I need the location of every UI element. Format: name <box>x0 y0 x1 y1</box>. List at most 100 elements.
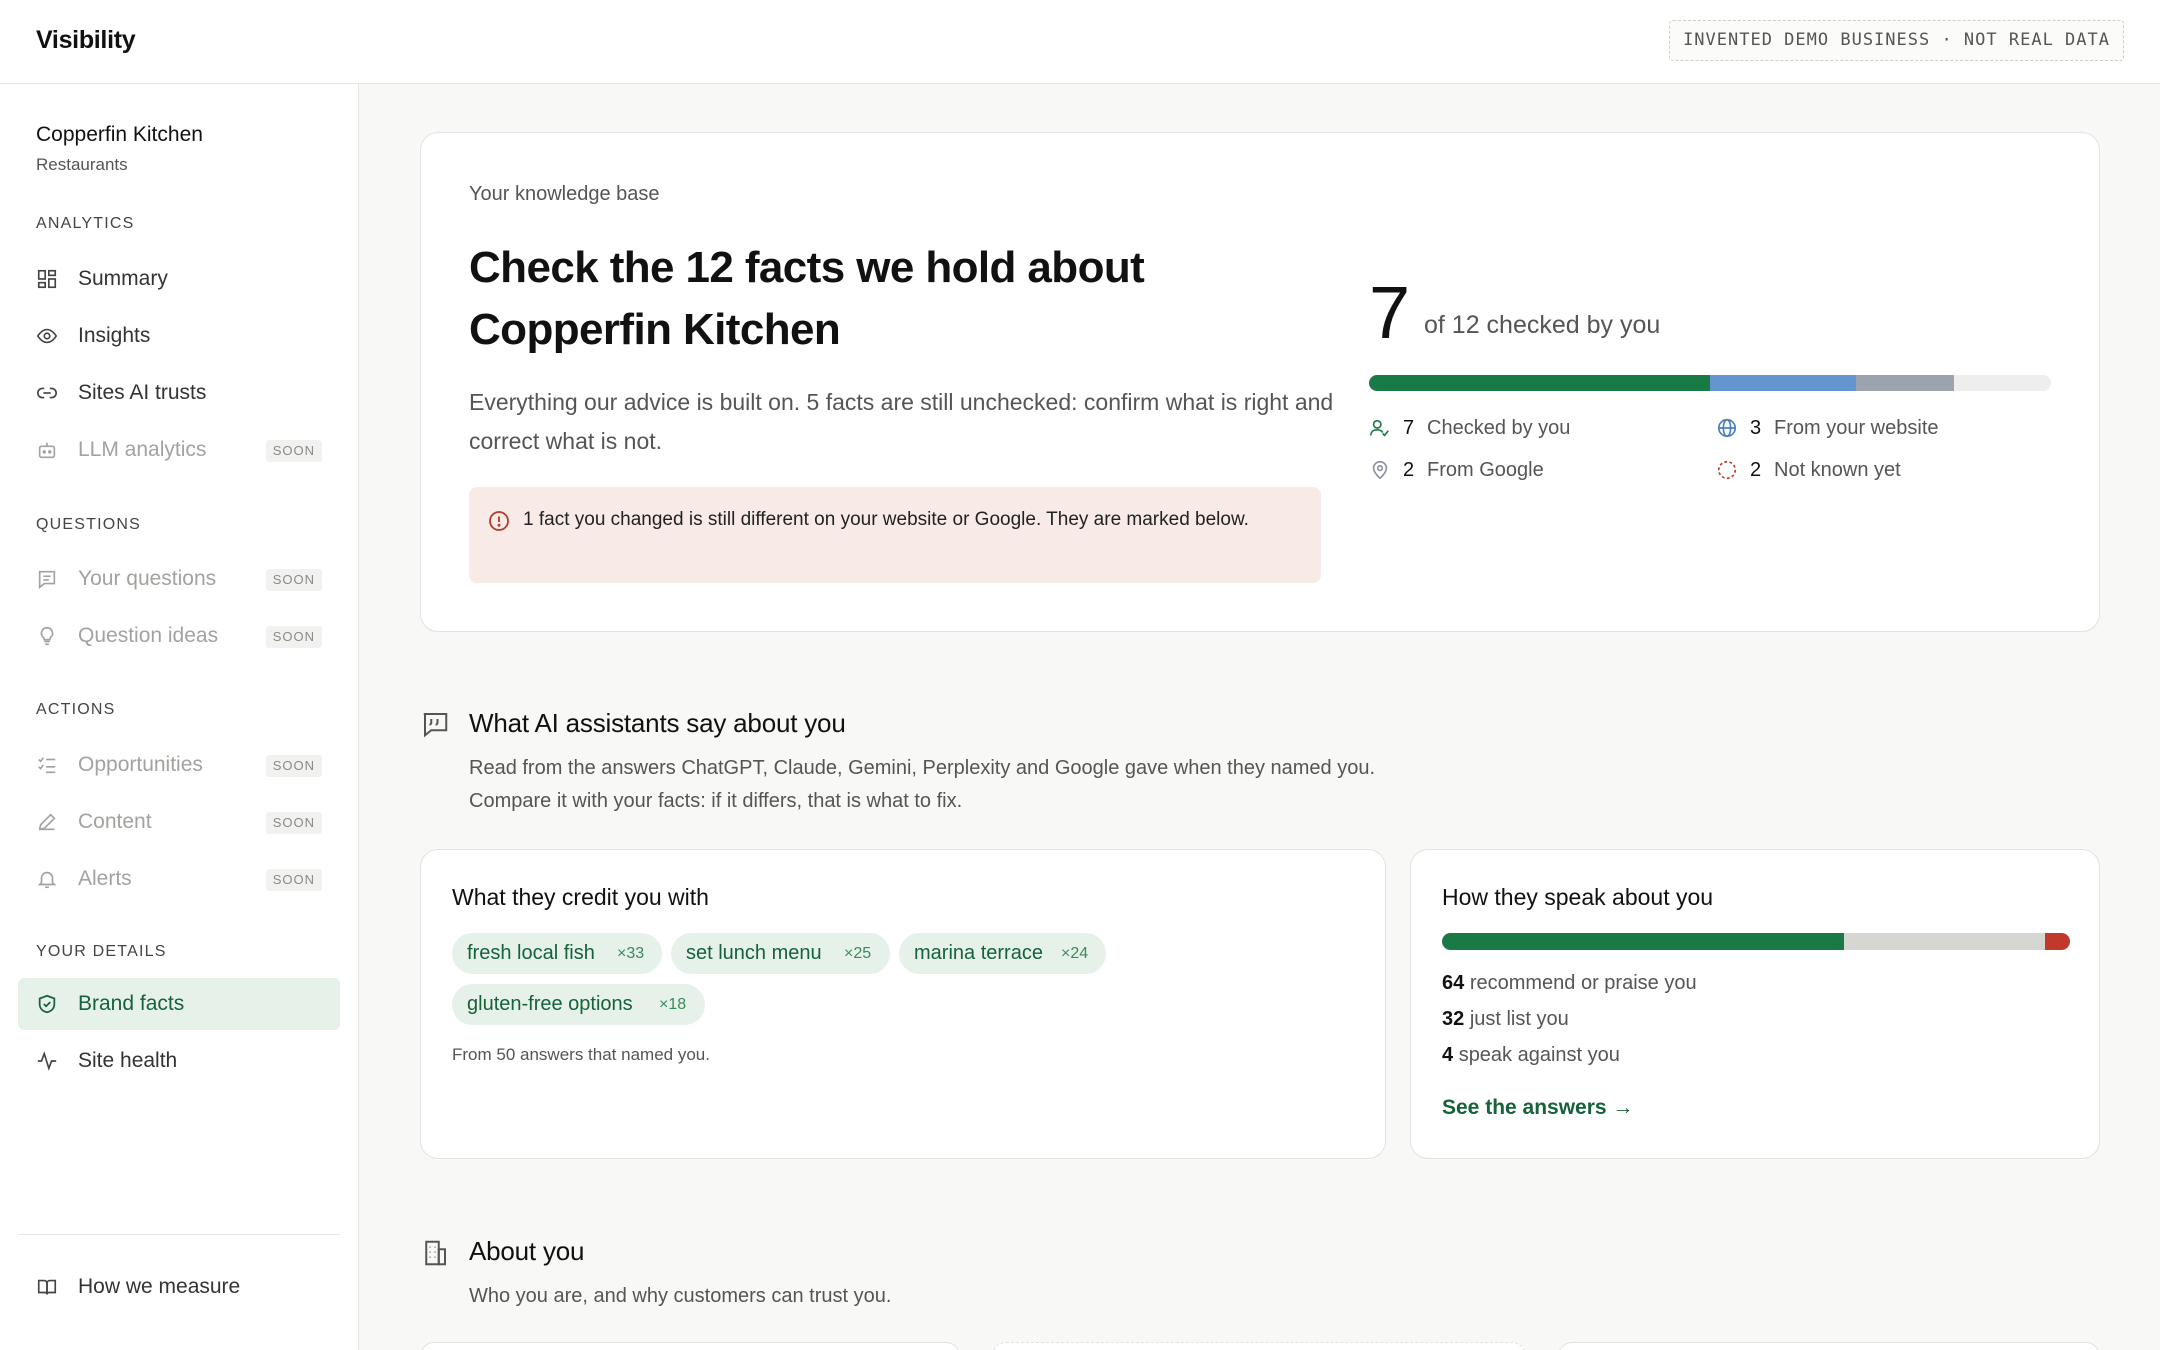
section-your-details: YOUR DETAILS <box>36 943 167 960</box>
sentiment-neutral: 32 just list you <box>1442 1008 1569 1031</box>
legend-website: 3 From your website <box>1716 415 2016 443</box>
sidebar: Copperfin Kitchen Restaurants ANALYTICS … <box>0 84 359 1350</box>
sentiment-label: just list you <box>1469 1008 1569 1030</box>
section-analytics: ANALYTICS <box>36 215 135 232</box>
credit-chip[interactable]: gluten-free options ×18 <box>452 984 705 1025</box>
bell-icon <box>36 868 58 890</box>
sidebar-item-label: LLM analytics <box>78 438 207 461</box>
book-icon <box>36 1276 58 1298</box>
link-icon <box>36 382 58 404</box>
soon-badge: SOON <box>265 569 322 591</box>
chip-count: ×25 <box>844 945 872 962</box>
credit-footnote: From 50 answers that named you. <box>452 1045 710 1064</box>
ai-section-subtitle: Read from the answers ChatGPT, Claude, G… <box>469 757 1376 779</box>
checked-count: 7 <box>1369 271 1411 354</box>
section-actions: ACTIONS <box>36 701 116 718</box>
credit-chip[interactable]: fresh local fish ×33 <box>452 933 662 974</box>
legend-count: 2 <box>1750 459 1762 481</box>
sidebar-item-label: Brand facts <box>78 992 185 1015</box>
sidebar-item-sites-ai-trusts[interactable]: Sites AI trusts <box>18 367 340 419</box>
sidebar-item-label: Insights <box>78 324 151 347</box>
sentiment-segment-neutral <box>1843 933 2045 950</box>
about-section-subtitle: Who you are, and why customers can trust… <box>469 1285 892 1307</box>
sidebar-item-label: Site health <box>78 1049 178 1072</box>
knowledge-base-card: Your knowledge base Check the 12 facts w… <box>420 132 2100 632</box>
legend-count: 7 <box>1403 417 1415 439</box>
robot-icon <box>36 439 58 461</box>
see-answers-link[interactable]: See the answers → <box>1442 1096 1633 1120</box>
chip-text: set lunch menu <box>686 942 822 964</box>
pen-icon <box>36 811 58 833</box>
sidebar-item-label: How we measure <box>78 1275 241 1298</box>
sidebar-item-question-ideas[interactable]: Question ideas SOON <box>18 610 340 662</box>
about-card <box>420 1342 960 1350</box>
demo-badge: INVENTED DEMO BUSINESS · NOT REAL DATA <box>1669 20 2124 61</box>
sidebar-item-your-questions[interactable]: Your questions SOON <box>18 553 340 605</box>
sidebar-item-label: Opportunities <box>78 753 203 776</box>
credit-chip[interactable]: set lunch menu ×25 <box>671 933 890 974</box>
sidebar-item-alerts[interactable]: Alerts SOON <box>18 853 340 905</box>
page-title: Check the 12 facts we hold about Copperf… <box>469 243 1145 354</box>
legend-checked: 7 Checked by you <box>1369 415 1669 443</box>
sidebar-item-site-health[interactable]: Site health <box>18 1035 340 1087</box>
chip-text: marina terrace <box>914 942 1043 964</box>
lightbulb-icon <box>36 625 58 647</box>
credit-card: What they credit you with fresh local fi… <box>420 849 1386 1159</box>
message-icon <box>36 568 58 590</box>
sentiment-label: recommend or praise you <box>1469 972 1697 994</box>
chip-count: ×18 <box>659 996 687 1013</box>
soon-badge: SOON <box>265 869 322 891</box>
app-title: Visibility <box>36 26 136 54</box>
business-name: Copperfin Kitchen <box>36 123 203 146</box>
building-icon <box>420 1238 450 1268</box>
sidebar-item-label: Content <box>78 810 152 833</box>
map-pin-icon <box>1369 459 1391 481</box>
legend-label: Checked by you <box>1427 417 1571 439</box>
user-check-icon <box>1369 417 1391 439</box>
speak-card: How they speak about you 64 recommend or… <box>1410 849 2100 1159</box>
progress-segment-checked <box>1369 375 1710 391</box>
sidebar-item-content[interactable]: Content SOON <box>18 796 340 848</box>
chip-count: ×24 <box>1061 945 1089 962</box>
shield-check-icon <box>36 993 58 1015</box>
quote-bubble-icon <box>420 709 450 739</box>
dashed-circle-icon <box>1716 459 1738 481</box>
sentiment-label: speak against you <box>1458 1044 1620 1066</box>
credit-chip[interactable]: marina terrace ×24 <box>899 933 1106 974</box>
sentiment-segment-positive <box>1442 933 1844 950</box>
about-section-title: About you <box>469 1236 585 1266</box>
sidebar-item-opportunities[interactable]: Opportunities SOON <box>18 739 340 791</box>
soon-badge: SOON <box>265 440 322 462</box>
chip-text: fresh local fish <box>467 942 595 964</box>
progress-segment-website <box>1710 375 1857 391</box>
soon-badge: SOON <box>265 812 322 834</box>
checklist-icon <box>36 754 58 776</box>
legend-unknown: 2 Not known yet <box>1716 457 2016 485</box>
sidebar-item-insights[interactable]: Insights <box>18 310 340 362</box>
section-questions: QUESTIONS <box>36 516 142 533</box>
top-bar: Visibility INVENTED DEMO BUSINESS · NOT … <box>0 0 2160 84</box>
speak-heading: How they speak about you <box>1442 884 1714 910</box>
knowledge-eyebrow: Your knowledge base <box>469 183 660 205</box>
sentiment-count: 32 <box>1442 1008 1465 1030</box>
business-category: Restaurants <box>36 155 128 174</box>
about-card <box>992 1342 1526 1350</box>
sentiment-count: 4 <box>1442 1044 1454 1066</box>
sidebar-item-label: Question ideas <box>78 624 219 647</box>
sidebar-item-how-we-measure[interactable]: How we measure <box>18 1261 340 1313</box>
sidebar-item-label: Your questions <box>78 567 217 590</box>
sentiment-segment-negative <box>2044 933 2070 950</box>
sidebar-item-summary[interactable]: Summary <box>18 253 340 305</box>
credit-heading: What they credit you with <box>452 884 709 910</box>
legend-google: 2 From Google <box>1369 457 1669 485</box>
sidebar-item-llm-analytics[interactable]: LLM analytics SOON <box>18 424 340 476</box>
mismatch-alert: 1 fact you changed is still different on… <box>469 487 1321 583</box>
knowledge-description: Everything our advice is built on. 5 fac… <box>469 389 1334 454</box>
sentiment-positive: 64 recommend or praise you <box>1442 972 1697 995</box>
eye-icon <box>36 325 58 347</box>
sidebar-item-brand-facts[interactable]: Brand facts <box>18 978 340 1030</box>
chip-text: gluten-free options <box>467 993 633 1015</box>
about-card <box>1558 1342 2100 1350</box>
ai-section-title: What AI assistants say about you <box>469 708 846 738</box>
chip-count: ×33 <box>617 945 645 962</box>
